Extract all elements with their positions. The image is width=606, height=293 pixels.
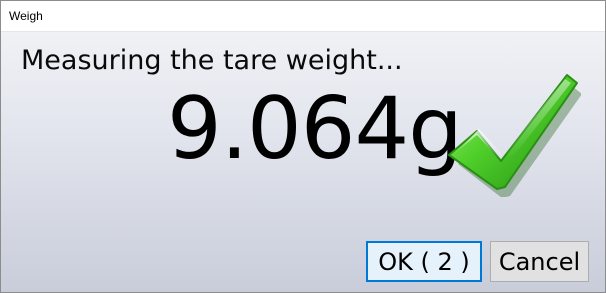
- checkmark-icon: [448, 74, 581, 197]
- window-title: Weigh: [9, 9, 43, 23]
- ok-button[interactable]: OK ( 2 ): [366, 241, 482, 282]
- cancel-button[interactable]: Cancel: [490, 241, 589, 282]
- weight-readout: 9.064g: [167, 79, 463, 179]
- weigh-dialog: Weigh Measuring the tare weight... 9.064…: [0, 0, 606, 293]
- title-bar: Weigh: [1, 1, 605, 32]
- status-message: Measuring the tare weight...: [21, 45, 403, 76]
